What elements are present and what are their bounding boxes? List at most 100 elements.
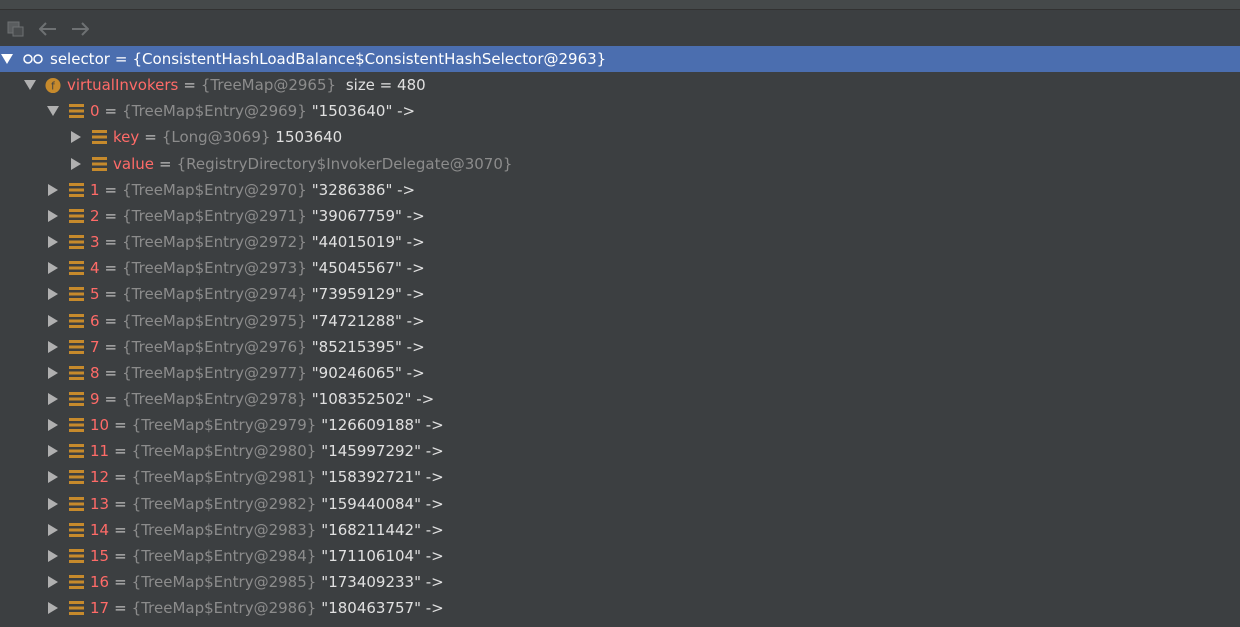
variable-name: 9	[90, 389, 100, 408]
collapsed-arrow-icon[interactable]	[46, 444, 60, 458]
entry-icon	[68, 600, 84, 616]
variable-value: "108352502" ->	[311, 389, 435, 408]
entry-icon	[68, 339, 84, 355]
entry-icon	[68, 469, 84, 485]
variable-type: {TreeMap$Entry@2980}	[131, 442, 317, 461]
entry-icon	[68, 548, 84, 564]
equals-sign: =	[114, 442, 127, 461]
variable-value: "171106104" ->	[321, 546, 444, 565]
tree-row-entry[interactable]: 6 = {TreeMap$Entry@2975} "74721288" ->	[0, 308, 1240, 334]
tree-row-entry[interactable]: 11 = {TreeMap$Entry@2980} "145997292" ->	[0, 438, 1240, 464]
tree-row-entry-child[interactable]: key = {Long@3069} 1503640	[0, 124, 1240, 150]
collapsed-arrow-icon[interactable]	[46, 601, 60, 615]
variable-value: "90246065" ->	[311, 363, 425, 382]
equals-sign: =	[104, 102, 118, 121]
collapsed-arrow-icon[interactable]	[46, 418, 60, 432]
collapsed-arrow-icon[interactable]	[46, 314, 60, 328]
equals-sign: =	[104, 259, 118, 278]
tree-row-entry-child[interactable]: value = {RegistryDirectory$InvokerDelegate…	[0, 151, 1240, 177]
equals-sign: =	[104, 311, 118, 330]
tree-row-entry[interactable]: 1 = {TreeMap$Entry@2970} "3286386" ->	[0, 177, 1240, 203]
back-arrow-icon[interactable]	[37, 18, 59, 40]
tree-row-entry[interactable]: 7 = {TreeMap$Entry@2976} "85215395" ->	[0, 334, 1240, 360]
collapsed-arrow-icon[interactable]	[46, 523, 60, 537]
collapsed-arrow-icon[interactable]	[46, 497, 60, 511]
variable-type: {TreeMap$Entry@2975}	[122, 311, 307, 330]
restore-layout-icon[interactable]	[5, 18, 27, 40]
variable-name: 1	[90, 180, 100, 199]
variable-type: {TreeMap$Entry@2970}	[122, 180, 307, 199]
variable-type: {Long@3069}	[161, 128, 271, 147]
variable-type: {TreeMap$Entry@2974}	[122, 285, 307, 304]
forward-arrow-icon[interactable]	[69, 18, 91, 40]
variable-type: {TreeMap$Entry@2971}	[122, 206, 307, 225]
equals-sign: =	[114, 520, 127, 539]
collapsed-arrow-icon[interactable]	[46, 340, 60, 354]
tree-row-entry[interactable]: 3 = {TreeMap$Entry@2972} "44015019" ->	[0, 229, 1240, 255]
entry-icon	[68, 496, 84, 512]
collapsed-arrow-icon[interactable]	[69, 130, 83, 144]
variable-type: {TreeMap$Entry@2969}	[122, 102, 307, 121]
equals-sign: =	[114, 468, 127, 487]
entry-icon	[68, 522, 84, 538]
tree-row-entry[interactable]: 15 = {TreeMap$Entry@2984} "171106104" ->	[0, 543, 1240, 569]
expanded-arrow-icon[interactable]	[0, 52, 14, 66]
collapsed-arrow-icon[interactable]	[46, 470, 60, 484]
variable-value: "159440084" ->	[321, 494, 444, 513]
collapsed-arrow-icon[interactable]	[46, 366, 60, 380]
expanded-arrow-icon[interactable]	[23, 78, 37, 92]
equals-sign: =	[158, 154, 172, 173]
variable-value: "85215395" ->	[311, 337, 425, 356]
equals-sign: =	[114, 546, 127, 565]
tree-row-entry[interactable]: 4 = {TreeMap$Entry@2973} "45045567" ->	[0, 255, 1240, 281]
collapsed-arrow-icon[interactable]	[46, 261, 60, 275]
equals-sign: =	[104, 285, 118, 304]
variable-type: {TreeMap$Entry@2973}	[122, 259, 307, 278]
tree-row-entry[interactable]: 8 = {TreeMap$Entry@2977} "90246065" ->	[0, 360, 1240, 386]
variable-value: "158392721" ->	[321, 468, 444, 487]
tree-row-entry[interactable]: 2 = {TreeMap$Entry@2971} "39067759" ->	[0, 203, 1240, 229]
variable-type: {TreeMap$Entry@2981}	[131, 468, 317, 487]
entry-icon	[68, 234, 84, 250]
equals-sign: =	[114, 494, 127, 513]
collapsed-arrow-icon[interactable]	[46, 575, 60, 589]
collapsed-arrow-icon[interactable]	[46, 549, 60, 563]
field-icon: f	[45, 77, 61, 93]
variable-value: "145997292" ->	[321, 442, 444, 461]
variable-value: "73959129" ->	[311, 285, 425, 304]
collapsed-arrow-icon[interactable]	[69, 157, 83, 171]
tree-row-entry[interactable]: 12 = {TreeMap$Entry@2981} "158392721" ->	[0, 464, 1240, 490]
entry-icon	[68, 182, 84, 198]
tree-row-virtual-invokers[interactable]: f virtualInvokers = {TreeMap@2965} size = 4…	[0, 72, 1240, 98]
variable-value: "1503640" ->	[311, 102, 416, 121]
collapsed-arrow-icon[interactable]	[46, 392, 60, 406]
variable-type: {TreeMap$Entry@2972}	[122, 233, 307, 252]
collapsed-arrow-icon[interactable]	[46, 235, 60, 249]
entry-icon	[91, 156, 107, 172]
variable-name: 0	[90, 102, 100, 121]
tree-row-entry[interactable]: 5 = {TreeMap$Entry@2974} "73959129" ->	[0, 281, 1240, 307]
variable-name: 14	[90, 520, 110, 539]
variable-name: 12	[90, 468, 110, 487]
variable-name: 10	[90, 416, 110, 435]
tree-row-entry[interactable]: 14 = {TreeMap$Entry@2983} "168211442" ->	[0, 517, 1240, 543]
equals-sign: =	[104, 233, 118, 252]
tree-row-entry[interactable]: 10 = {TreeMap$Entry@2979} "126609188" ->	[0, 412, 1240, 438]
tree-row-entry[interactable]: 9 = {TreeMap$Entry@2978} "108352502" ->	[0, 386, 1240, 412]
equals-sign: =	[104, 206, 118, 225]
equals-sign: =	[104, 180, 118, 199]
collapsed-arrow-icon[interactable]	[46, 183, 60, 197]
variable-type: {TreeMap@2965}	[200, 76, 337, 95]
tree-row-selector[interactable]: selector = {ConsistentHashLoadBalance$Cons…	[0, 46, 1240, 72]
collapsed-arrow-icon[interactable]	[46, 287, 60, 301]
tree-row-entry[interactable]: 0 = {TreeMap$Entry@2969} "1503640" ->	[0, 98, 1240, 124]
tree-row-entry[interactable]: 16 = {TreeMap$Entry@2985} "173409233" ->	[0, 569, 1240, 595]
entry-icon	[68, 391, 84, 407]
variable-type: {TreeMap$Entry@2978}	[122, 389, 307, 408]
collapsed-arrow-icon[interactable]	[46, 209, 60, 223]
svg-text:f: f	[51, 80, 55, 92]
entry-icon	[68, 417, 84, 433]
expanded-arrow-icon[interactable]	[46, 104, 60, 118]
tree-row-entry[interactable]: 17 = {TreeMap$Entry@2986} "180463757" ->	[0, 595, 1240, 621]
tree-row-entry[interactable]: 13 = {TreeMap$Entry@2982} "159440084" ->	[0, 491, 1240, 517]
